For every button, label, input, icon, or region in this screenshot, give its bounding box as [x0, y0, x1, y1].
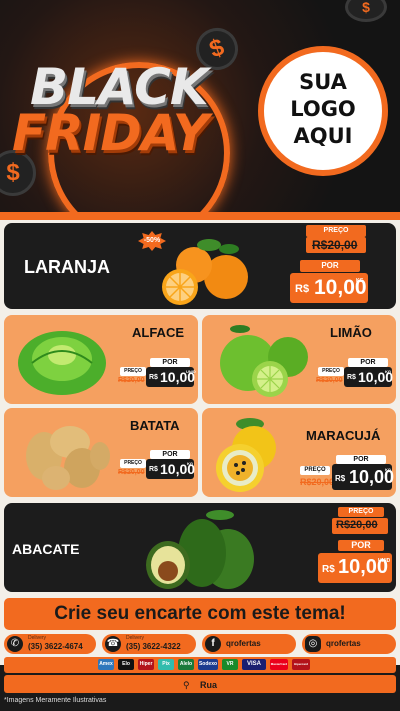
unit: KG [187, 461, 193, 466]
cta-text: Crie seu encarte com este tema! [54, 603, 346, 624]
avocado-image [146, 510, 254, 589]
product-card-laranja[interactable]: LARANJA -50% PREÇO R$20,00 POR R$ 10,00 … [4, 223, 396, 309]
logo-placeholder[interactable]: SUA LOGO AQUI [258, 46, 388, 176]
cta-banner[interactable]: Crie seu encarte com este tema! [4, 598, 396, 630]
old-price-label: PREÇO [120, 367, 146, 376]
payment-logo: MasterCard [270, 659, 288, 670]
facebook-icon: f [205, 636, 221, 652]
facebook-contact[interactable]: f qrofertas [202, 634, 296, 654]
coin-icon: $ [345, 0, 387, 22]
payment-logo: Sodexo [198, 659, 218, 670]
old-price-box: R$20,00 [332, 518, 388, 534]
old-price-label: PREÇO [338, 507, 384, 517]
new-price-box: R$ 10,00 KG [344, 367, 393, 387]
payment-logo: Alelo [178, 659, 194, 670]
instagram-icon: ◎ [305, 636, 321, 652]
new-price-label: POR [150, 450, 190, 459]
unit: UNID [186, 369, 196, 374]
facebook-handle: qrofertas [226, 639, 261, 648]
payment-logo: Pix [158, 659, 174, 670]
old-price: R$20,00 [312, 238, 358, 252]
coin-symbol: $ [205, 33, 228, 64]
old-price: R$20,00 [118, 469, 145, 476]
product-card-limao[interactable]: LIMÃO POR PREÇO R$20,00 R$ 10,00 KG [202, 315, 396, 404]
product-name: MARACUJÁ [306, 428, 381, 443]
phone-icon: ☎ [105, 636, 121, 652]
new-price-box: R$ 10,00 UNID [146, 367, 196, 387]
payment-logo: VR [222, 659, 238, 670]
old-price-box: R$20,00 [306, 237, 366, 253]
product-card-maracuja[interactable]: MARACUJÁ POR PREÇO R$20,00 R$ 10,00 KG [202, 408, 396, 497]
product-name: ABACATE [12, 541, 80, 557]
unit: UNID [378, 558, 391, 564]
product-name: ALFACE [132, 325, 184, 340]
payment-logo: Amex [98, 659, 114, 670]
phone-contact[interactable]: ☎ Delivery (35) 3622-4322 [102, 634, 196, 654]
whatsapp-label: Delivery [28, 635, 47, 641]
product-card-alface[interactable]: ALFACE POR PREÇO R$20,00 R$ 10,00 UNID [4, 315, 198, 404]
instagram-contact[interactable]: ◎ qrofertas [302, 634, 396, 654]
payment-logo: VISA [242, 659, 266, 670]
product-card-batata[interactable]: BATATA POR PREÇO R$20,00 R$ 10,00 KG [4, 408, 198, 497]
new-price-label: POR [348, 358, 388, 367]
lime-image [220, 325, 308, 397]
old-price: R$20,00 [316, 377, 343, 384]
payment-methods: Amex Elo Hiper Pix Alelo Sodexo VR VISA … [4, 657, 396, 673]
new-price-box: R$ 10,00 UNID [318, 553, 392, 583]
payment-logo: Hipercard [292, 659, 310, 670]
new-price-label: POR [150, 358, 190, 367]
product-card-abacate[interactable]: ABACATE PREÇO R$20,00 POR R$ 10,00 UNID [4, 503, 396, 592]
payment-logo: Hiper [138, 659, 154, 670]
whatsapp-icon: ✆ [7, 636, 23, 652]
disclaimer: *Imagens Meramente Ilustrativas [4, 697, 107, 704]
location-pin-icon: ⚲ [182, 680, 190, 690]
unit: KG [356, 278, 364, 284]
new-price-box: R$ 10,00 KG [332, 464, 394, 490]
lettuce-image [18, 331, 106, 395]
title-friday: FRIDAY [12, 104, 209, 162]
old-price-label: PREÇO [306, 225, 366, 237]
currency: R$ [149, 466, 158, 473]
currency: R$ [347, 374, 356, 381]
orange-stripe [0, 212, 400, 220]
old-price: R$20,00 [336, 519, 378, 531]
passion-fruit-image [216, 418, 276, 492]
new-price-box: R$ 10,00 KG [290, 273, 368, 303]
currency: R$ [335, 474, 346, 483]
currency: R$ [295, 283, 310, 295]
new-price-label: POR [338, 540, 384, 551]
old-price-label: PREÇO [300, 466, 330, 475]
payment-logo: Elo [118, 659, 134, 670]
old-price: R$20,00 [300, 477, 335, 487]
address-bar[interactable]: ⚲ Rua [4, 675, 396, 693]
product-name: BATATA [130, 418, 180, 433]
old-price-label: PREÇO [120, 459, 146, 468]
logo-line-2: LOGO [290, 97, 356, 121]
logo-line-3: AQUI [293, 124, 353, 148]
old-price-label: PREÇO [318, 367, 344, 376]
new-price-label: POR [300, 260, 360, 272]
new-price-label: POR [336, 455, 386, 464]
product-name: LARANJA [24, 257, 111, 277]
logo-line-1: SUA [299, 70, 347, 94]
potato-image [26, 426, 110, 490]
phone-number: (35) 3622-4322 [126, 642, 181, 651]
unit: KG [385, 467, 391, 472]
old-price: R$20,00 [118, 377, 145, 384]
currency: R$ [322, 564, 335, 575]
orange-image [162, 239, 248, 305]
coin-symbol: $ [6, 159, 20, 186]
phone-label: Delivery [126, 635, 145, 641]
product-name: LIMÃO [330, 325, 372, 340]
instagram-handle: qrofertas [326, 639, 361, 648]
unit: KG [385, 369, 391, 374]
whatsapp-contact[interactable]: ✆ Delivery (35) 3622-4674 [4, 634, 96, 654]
whatsapp-number: (35) 3622-4674 [28, 642, 83, 651]
new-price-box: R$ 10,00 KG [146, 459, 195, 479]
address-text: Rua [200, 680, 218, 690]
currency: R$ [149, 374, 158, 381]
coin-symbol: $ [362, 0, 370, 15]
